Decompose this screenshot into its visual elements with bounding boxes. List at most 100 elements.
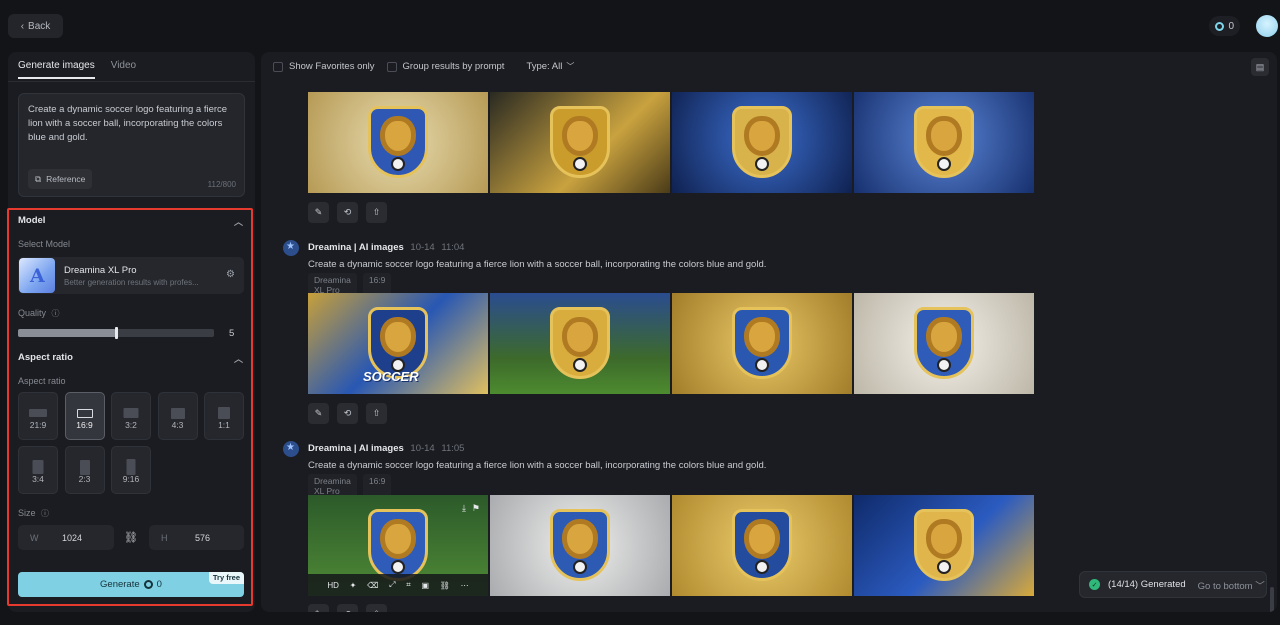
lion-head-illustration	[749, 121, 775, 151]
model-thumbnail: A	[19, 258, 55, 293]
check-circle-icon: ✓	[1089, 579, 1100, 590]
ratio-shape-icon	[218, 407, 230, 419]
generated-image[interactable]	[854, 92, 1034, 193]
checkbox-icon[interactable]	[273, 61, 283, 72]
quality-slider[interactable]	[18, 327, 214, 339]
generated-image[interactable]	[490, 92, 670, 193]
checkbox-icon[interactable]	[386, 61, 397, 72]
favorites-filter[interactable]: Show Favorites only	[273, 61, 375, 72]
edit-icon[interactable]: ✎	[308, 202, 329, 223]
upload-icon[interactable]: ⇧	[366, 202, 387, 223]
back-label: Back	[28, 20, 51, 32]
credits-badge[interactable]: 0	[1209, 16, 1240, 36]
go-to-bottom-button[interactable]: Go to bottom ﹀	[1198, 578, 1265, 592]
quality-slider-handle[interactable]	[115, 327, 118, 339]
chevron-up-icon[interactable]: ︿	[234, 215, 244, 227]
width-value[interactable]: 1024	[62, 533, 82, 543]
aspect-ratio-option[interactable]: 9:16	[111, 446, 151, 494]
link-icon[interactable]: ⛓	[440, 581, 450, 590]
image-toolbar: HD ✦ ⌫ ⤢ ⌗ ▣ ⛓ ⋯	[308, 574, 488, 596]
generated-image[interactable]	[672, 495, 852, 596]
lion-head-illustration	[385, 524, 411, 554]
height-field[interactable]: H 576	[149, 525, 244, 550]
lion-crest-illustration	[368, 106, 428, 178]
group-date: 10-14	[410, 443, 435, 454]
lion-crest-illustration	[368, 509, 428, 581]
generated-image[interactable]: SOCCER	[308, 293, 488, 394]
generated-image[interactable]	[490, 293, 670, 394]
download-icon[interactable]: ⤓	[462, 503, 466, 514]
regenerate-icon[interactable]: ⟲	[337, 604, 358, 612]
generated-image[interactable]: ⤓ ⚑ HD ✦ ⌫ ⤢ ⌗ ▣ ⛓ ⋯	[308, 495, 488, 596]
info-icon[interactable]: ⓘ	[52, 309, 60, 318]
try-free-badge: Try free	[208, 572, 244, 584]
edit-icon[interactable]: ✎	[308, 604, 329, 612]
hd-upscale-button[interactable]: HD	[327, 581, 339, 590]
tab-video[interactable]: Video	[111, 60, 136, 79]
height-value[interactable]: 576	[195, 533, 210, 543]
info-icon[interactable]: ⓘ	[41, 509, 49, 518]
group-filter[interactable]: Group results by prompt	[386, 61, 504, 72]
generated-image[interactable]	[308, 92, 488, 193]
edit-icon[interactable]: ✎	[308, 403, 329, 424]
soccer-ball-illustration	[755, 560, 769, 574]
aspect-ratio-option[interactable]: 3:4	[18, 446, 58, 494]
dreamina-logo-icon	[283, 441, 299, 457]
model-name: Dreamina XL Pro	[64, 265, 137, 276]
back-button[interactable]: ‹ Back	[8, 14, 63, 38]
model-section-header[interactable]: Model ︿	[18, 215, 244, 227]
generated-image[interactable]	[672, 92, 852, 193]
magic-wand-icon[interactable]: ✦	[350, 581, 357, 590]
prompt-text[interactable]: Create a dynamic soccer logo featuring a…	[28, 103, 235, 145]
regenerate-icon[interactable]: ⟲	[337, 403, 358, 424]
soccer-ball-illustration	[391, 157, 405, 171]
size-label-text: Size	[18, 508, 36, 518]
aspect-ratio-option[interactable]: 4:3	[157, 392, 198, 440]
lion-crest-illustration	[914, 106, 974, 178]
lion-crest-illustration	[914, 307, 974, 379]
generate-tabs: Generate images Video	[18, 60, 136, 79]
prompt-input[interactable]: Create a dynamic soccer logo featuring a…	[18, 93, 245, 197]
aspect-section-header[interactable]: Aspect ratio ︿	[18, 352, 244, 364]
link-icon[interactable]: ⛓	[124, 531, 138, 544]
generated-image[interactable]	[672, 293, 852, 394]
upload-icon[interactable]: ⇧	[366, 403, 387, 424]
image-icon[interactable]: ▣	[421, 581, 429, 590]
group-source: Dreamina | AI images 10-14 11:05	[308, 443, 464, 454]
generated-image[interactable]	[490, 495, 670, 596]
crop-icon[interactable]: ⌗	[406, 580, 411, 590]
type-dropdown[interactable]: Type: All ﹀	[526, 61, 574, 72]
regenerate-icon[interactable]: ⟲	[337, 202, 358, 223]
aspect-ratio-option[interactable]: 2:3	[64, 446, 105, 494]
folder-icon[interactable]: ▤	[1251, 58, 1269, 76]
reference-button[interactable]: ⧉ Reference	[28, 169, 93, 189]
more-icon[interactable]: ⋯	[461, 581, 469, 590]
tab-generate-images[interactable]: Generate images	[18, 60, 95, 79]
eraser-icon[interactable]: ⌫	[367, 581, 378, 590]
generate-button[interactable]: Generate 0 Try free	[18, 572, 244, 597]
upload-icon[interactable]: ⇧	[366, 604, 387, 612]
scrollbar[interactable]	[1270, 587, 1274, 612]
width-field[interactable]: W 1024	[18, 525, 114, 550]
group-time: 11:04	[441, 242, 465, 253]
select-model-label: Select Model	[18, 239, 71, 249]
aspect-title: Aspect ratio	[18, 352, 73, 363]
model-selector[interactable]: A Dreamina XL Pro Better generation resu…	[18, 257, 244, 294]
aspect-ratio-option[interactable]: 3:2	[111, 392, 151, 440]
ratio-label: 9:16	[122, 474, 140, 484]
soccer-ball-illustration	[755, 358, 769, 372]
expand-icon[interactable]: ⤢	[389, 580, 395, 590]
bookmark-icon[interactable]: ⚑	[472, 503, 480, 514]
credits-count: 0	[1228, 20, 1234, 32]
chevron-up-icon[interactable]: ︿	[234, 352, 244, 364]
aspect-ratio-option[interactable]: 16:9	[64, 392, 105, 440]
generated-image[interactable]	[854, 495, 1034, 596]
row-actions: ✎ ⟲ ⇧	[308, 403, 387, 424]
avatar[interactable]	[1256, 15, 1278, 37]
generated-image[interactable]	[854, 293, 1034, 394]
quality-value: 5	[229, 328, 235, 339]
aspect-ratio-option[interactable]: 21:9	[18, 392, 58, 440]
lion-crest-illustration	[550, 307, 610, 379]
sliders-icon[interactable]: ⚙	[226, 269, 235, 280]
aspect-ratio-option[interactable]: 1:1	[204, 392, 244, 440]
